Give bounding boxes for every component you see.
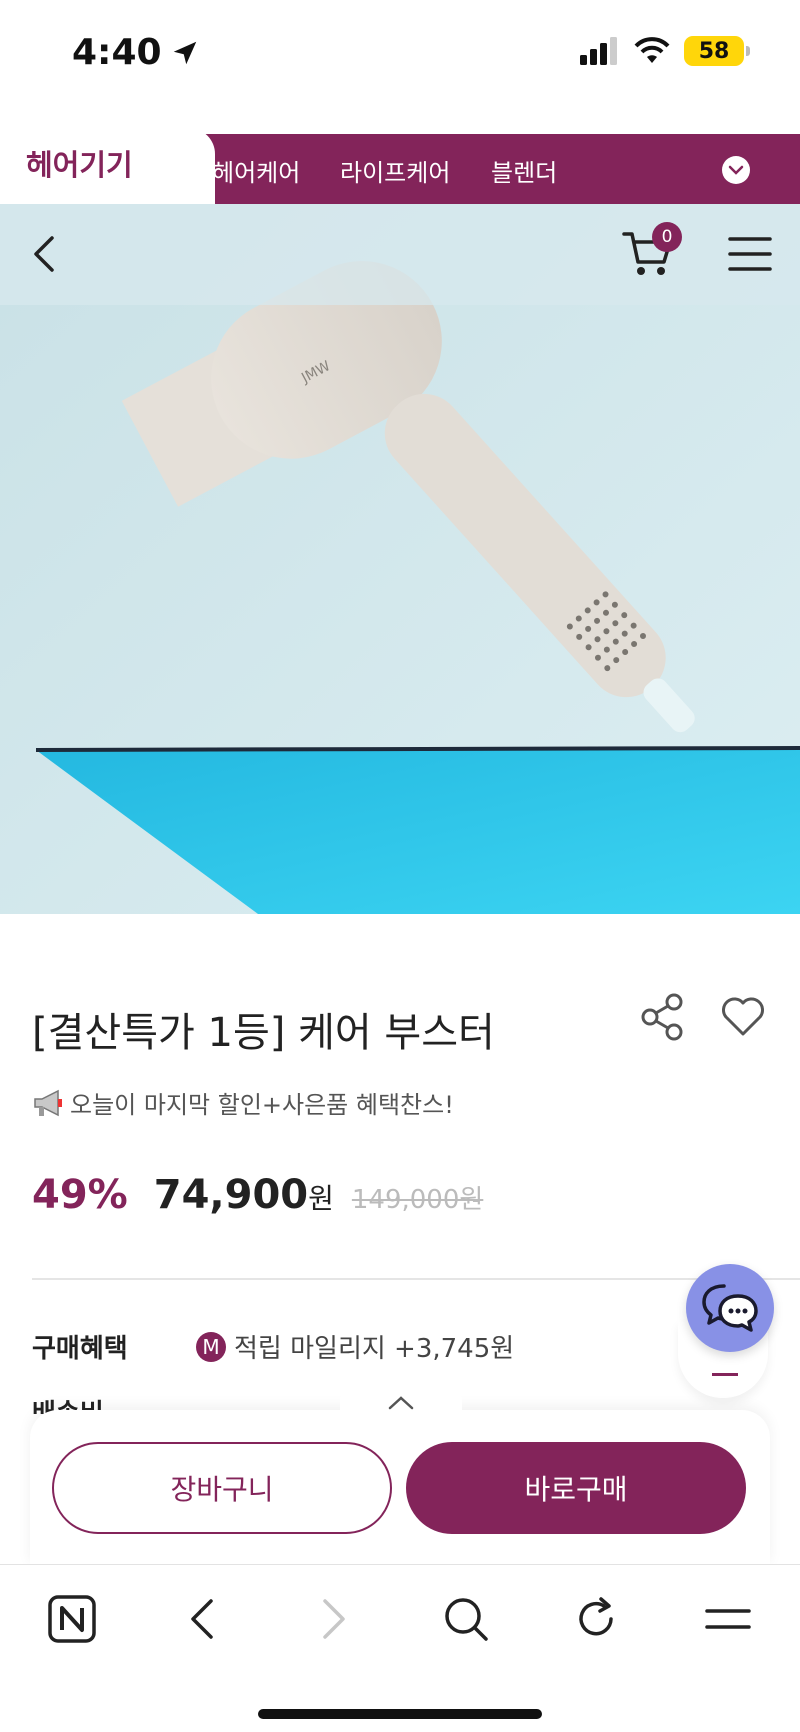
cart-count-badge: 0 bbox=[652, 222, 682, 252]
product-header-bar bbox=[0, 204, 800, 305]
browser-forward-button[interactable] bbox=[304, 1589, 364, 1649]
browser-home-button[interactable] bbox=[42, 1589, 102, 1649]
heart-icon bbox=[722, 997, 764, 1036]
battery-level: 58 bbox=[698, 38, 730, 64]
menu-button[interactable] bbox=[728, 234, 772, 274]
panel-expand-handle[interactable] bbox=[340, 1386, 462, 1420]
category-tab-haircare[interactable]: 헤어케어 bbox=[212, 153, 300, 188]
scroll-top-indicator bbox=[712, 1373, 738, 1376]
sale-price: 74,900 bbox=[153, 1172, 309, 1218]
category-tab-lifecare[interactable]: 라이프케어 bbox=[340, 153, 450, 188]
product-photo: JMW bbox=[0, 204, 800, 914]
promo-line: 오늘이 마지막 할인+사은품 혜택찬스! bbox=[32, 1085, 454, 1120]
status-bar: 4:40 58 bbox=[0, 0, 800, 110]
chevron-up-icon bbox=[388, 1396, 414, 1410]
battery-icon: 58 bbox=[684, 36, 750, 66]
share-button[interactable] bbox=[640, 992, 686, 1042]
back-icon bbox=[191, 1599, 213, 1639]
mileage-benefit: M 적립 마일리지 +3,745원 bbox=[196, 1328, 514, 1365]
category-bar: 헤어기기 헤어케어 라이프케어 블렌더 bbox=[0, 128, 800, 204]
wifi-icon bbox=[634, 37, 670, 63]
browser-back-button[interactable] bbox=[172, 1589, 232, 1649]
menu-icon bbox=[728, 237, 772, 271]
price-row: 49% 74,900 원 149,000원 bbox=[32, 1172, 483, 1218]
signal-icon bbox=[580, 37, 617, 65]
back-icon bbox=[34, 236, 54, 272]
promo-text: 오늘이 마지막 할인+사은품 혜택찬스! bbox=[70, 1091, 454, 1119]
menu-icon bbox=[705, 1609, 751, 1629]
share-icon bbox=[641, 993, 683, 1041]
mileage-text: 적립 마일리지 +3,745원 bbox=[234, 1334, 515, 1364]
original-price: 149,000원 bbox=[351, 1185, 484, 1215]
forward-icon bbox=[323, 1599, 345, 1639]
benefit-label: 구매혜택 bbox=[32, 1334, 128, 1364]
refresh-icon bbox=[579, 1597, 613, 1636]
browser-refresh-button[interactable] bbox=[566, 1589, 626, 1649]
add-to-cart-button[interactable]: 장바구니 bbox=[52, 1442, 392, 1534]
product-image: JMW 0 bbox=[0, 204, 800, 914]
chat-button[interactable] bbox=[686, 1264, 774, 1352]
home-indicator bbox=[258, 1709, 542, 1719]
chat-icon bbox=[702, 1284, 758, 1332]
back-button[interactable] bbox=[22, 226, 66, 282]
chevron-down-icon bbox=[728, 165, 744, 175]
mileage-badge-icon: M bbox=[196, 1331, 226, 1362]
category-tab-active[interactable]: 헤어기기 bbox=[0, 128, 215, 204]
browser-menu-button[interactable] bbox=[698, 1589, 758, 1649]
megaphone-icon bbox=[34, 1089, 62, 1116]
search-icon bbox=[445, 1598, 488, 1641]
price-unit: 원 bbox=[308, 1182, 334, 1215]
clock: 4:40 bbox=[72, 32, 162, 73]
browser-toolbar bbox=[0, 1564, 800, 1732]
cart-count: 0 bbox=[661, 227, 673, 247]
category-tab-blender[interactable]: 블렌더 bbox=[491, 153, 557, 188]
category-dropdown-button[interactable] bbox=[722, 156, 750, 184]
divider bbox=[32, 1278, 800, 1280]
category-tab-label: 헤어기기 bbox=[26, 148, 133, 182]
status-time: 4:40 bbox=[72, 32, 200, 73]
product-title: [결산특가 1등] 케어 부스터 bbox=[32, 1010, 495, 1056]
buy-now-button[interactable]: 바로구매 bbox=[406, 1442, 746, 1534]
location-arrow-icon bbox=[173, 41, 196, 64]
status-indicators: 58 bbox=[580, 36, 750, 66]
favorite-button[interactable] bbox=[720, 994, 766, 1040]
naver-home-icon bbox=[48, 1595, 96, 1643]
browser-search-button[interactable] bbox=[436, 1589, 496, 1649]
discount-rate: 49% bbox=[32, 1172, 128, 1218]
